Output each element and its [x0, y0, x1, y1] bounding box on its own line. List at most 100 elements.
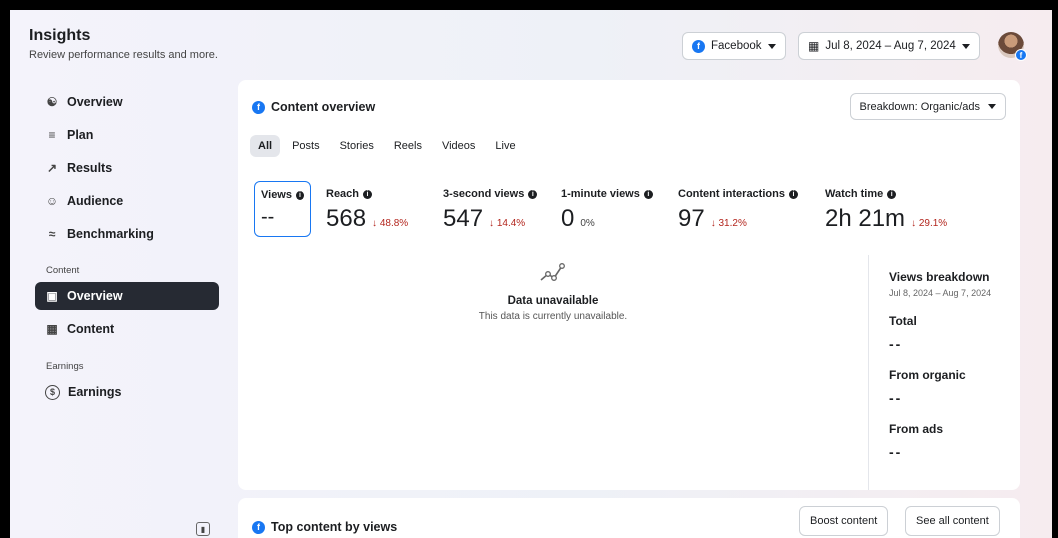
metric-value-row: 97 ↓ 31.2% [678, 205, 798, 233]
tab-posts[interactable]: Posts [284, 135, 328, 157]
sidebar-item-results[interactable]: ↗ Results [35, 154, 219, 182]
views-breakdown-range: Jul 8, 2024 – Aug 7, 2024 [889, 288, 992, 298]
metric-label-row: 3-second views i [443, 188, 538, 200]
breakdown-dropdown[interactable]: Breakdown: Organic/ads [849, 93, 1006, 120]
metric-value: 547 [443, 205, 484, 232]
metric-3-second-views[interactable]: 3-second views i 547 ↓ 14.4% [443, 188, 538, 233]
insights-page: Insights Review performance results and … [10, 10, 1052, 538]
unavailable-title: Data unavailable [507, 295, 599, 307]
views-breakdown-panel: Views breakdown Jul 8, 2024 – Aug 7, 202… [889, 270, 1014, 460]
metric-value: 0 [561, 205, 575, 232]
top-content-title-text: Top content by views [271, 520, 398, 534]
sidebar-item-label: Overview [67, 95, 123, 109]
info-icon[interactable]: i [788, 189, 798, 199]
top-content-card: f Top content by views Boost content See… [238, 498, 1020, 538]
caret-down-icon [988, 104, 996, 109]
sidebar-item-earnings[interactable]: $ Earnings [35, 378, 219, 406]
platform-label: Facebook [711, 40, 762, 52]
metric-value-row: 568 ↓ 48.8% [326, 205, 408, 233]
boost-content-button[interactable]: Boost content [799, 506, 889, 536]
metric-label: 3-second views [443, 188, 525, 200]
metric-value-row: 2h 21m ↓ 29.1% [825, 205, 947, 233]
sidebar-item-content[interactable]: ▦ Content [35, 315, 219, 343]
metric-views[interactable]: Views i -- [254, 181, 311, 237]
sidebar-item-label: Content [67, 322, 115, 336]
sidebar-item-benchmarking[interactable]: ≈ Benchmarking [35, 220, 219, 248]
metric-watch-time[interactable]: Watch time i 2h 21m ↓ 29.1% [825, 188, 947, 233]
metric-change: ↓ 29.1% [911, 218, 948, 229]
benchmarking-icon: ≈ [48, 227, 56, 241]
from-organic-label: From organic [889, 368, 966, 382]
metric-value: -- [261, 206, 275, 228]
tab-videos[interactable]: Videos [434, 135, 483, 157]
platform-selector[interactable]: f Facebook [682, 32, 786, 60]
metric-label-row: Views i [261, 189, 304, 201]
collapse-sidebar-icon[interactable]: ▮ [196, 522, 210, 536]
tab-live[interactable]: Live [487, 135, 523, 157]
unavailable-subtitle: This data is currently unavailable. [478, 311, 628, 322]
metric-value-row: -- [261, 206, 304, 229]
date-range-picker[interactable]: ▦ Jul 8, 2024 – Aug 7, 2024 [798, 32, 980, 60]
avatar[interactable]: f [998, 32, 1027, 61]
see-all-content-button[interactable]: See all content [905, 506, 1000, 536]
info-icon[interactable]: i [887, 189, 897, 199]
section-label-earnings: Earnings [46, 361, 84, 372]
metric-value: 568 [326, 205, 367, 232]
sidebar-item-audience[interactable]: ☺ Audience [35, 187, 219, 215]
page-title: Insights [29, 27, 91, 44]
tab-stories[interactable]: Stories [332, 135, 382, 157]
chart-line-icon [540, 263, 565, 281]
date-range-label: Jul 8, 2024 – Aug 7, 2024 [825, 40, 956, 52]
audience-people-icon: ☺ [45, 194, 59, 208]
sidebar-item-label: Overview [67, 289, 123, 303]
sidebar-item-label: Results [67, 161, 113, 175]
metric-label: Views [261, 189, 292, 201]
info-icon[interactable]: i [528, 189, 538, 199]
from-ads-value: -- [889, 444, 903, 460]
metric-label: Content interactions [678, 188, 785, 200]
breakdown-label: Breakdown: Organic/ads [859, 100, 980, 113]
sidebar-item-overview[interactable]: ☯ Overview [35, 88, 219, 116]
dollar-circle-icon: $ [45, 384, 60, 400]
info-icon[interactable]: i [643, 189, 653, 199]
page-subtitle: Review performance results and more. [29, 49, 218, 61]
total-value: -- [889, 336, 903, 352]
metric-label-row: Reach i [326, 188, 408, 200]
data-unavailable-state: Data unavailable This data is currently … [468, 260, 638, 322]
sidebar-item-label: Audience [67, 194, 124, 208]
tab-all[interactable]: All [250, 135, 281, 157]
divider [868, 255, 869, 490]
caret-down-icon [961, 43, 970, 49]
metric-1-minute-views[interactable]: 1-minute views i 0 0% [561, 188, 653, 233]
metric-value-row: 547 ↓ 14.4% [443, 205, 537, 233]
facebook-icon: f [252, 100, 265, 114]
card-title-text: Content overview [271, 100, 376, 114]
section-label-content: Content [46, 265, 80, 276]
metric-label: Watch time [825, 188, 884, 200]
metric-content-interactions[interactable]: Content interactions i 97 ↓ 31.2% [678, 188, 798, 233]
sidebar-item-label: Earnings [68, 385, 122, 399]
facebook-icon: f [692, 39, 705, 53]
views-breakdown-title: Views breakdown [889, 270, 990, 284]
info-icon[interactable]: i [363, 189, 373, 199]
metric-reach[interactable]: Reach i 568 ↓ 48.8% [326, 188, 408, 233]
metric-label: Reach [326, 188, 360, 200]
sidebar-item-content-overview[interactable]: ▣ Overview [35, 282, 219, 310]
tab-reels[interactable]: Reels [386, 135, 430, 157]
metric-label-row: Watch time i [825, 188, 947, 200]
facebook-icon: f [252, 520, 265, 534]
total-label: Total [889, 314, 917, 328]
metric-value-row: 0 0% [561, 205, 653, 233]
content-type-tabs: All Posts Stories Reels Videos Live [250, 135, 524, 157]
info-icon[interactable]: i [296, 190, 304, 200]
facebook-badge-icon: f [1015, 49, 1027, 61]
metric-change: ↓ 31.2% [710, 218, 747, 229]
plan-list-icon: ≡ [48, 128, 56, 142]
content-overview-icon: ▣ [46, 289, 58, 303]
metric-change: 0% [580, 218, 595, 229]
metric-label-row: 1-minute views i [561, 188, 653, 200]
results-trend-icon: ↗ [46, 161, 58, 175]
sidebar-item-plan[interactable]: ≡ Plan [35, 121, 219, 149]
overview-network-icon: ☯ [46, 95, 58, 109]
metric-value: 2h 21m [825, 205, 906, 232]
